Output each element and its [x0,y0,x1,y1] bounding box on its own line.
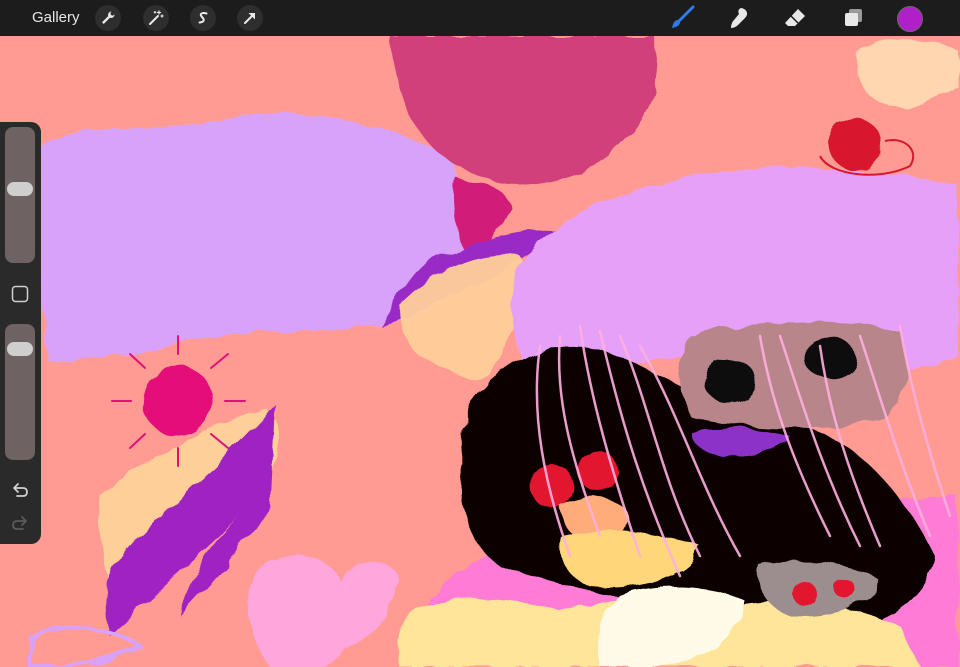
smudge-button[interactable] [725,4,753,32]
adjustments-button[interactable] [143,5,169,31]
square-icon [11,285,29,303]
redo-icon [12,516,27,530]
gallery-button[interactable]: Gallery [32,9,80,27]
smudge-icon [731,8,748,28]
left-sidebar [0,122,41,544]
eraser-icon [785,9,805,26]
artwork [0,36,960,667]
selection-button[interactable] [190,5,216,31]
undo-icon [13,483,28,497]
eraser-button[interactable] [781,4,809,32]
wrench-icon [102,11,115,24]
opacity-thumb[interactable] [7,342,33,357]
brush-icon [672,5,695,28]
brush-size-slider[interactable] [5,127,35,263]
magic-wand-icon [149,10,164,25]
opacity-slider[interactable] [5,324,35,460]
paint-brush-button[interactable] [668,4,696,32]
transform-button[interactable] [237,5,263,31]
color-picker-button[interactable] [897,6,923,32]
layers-button[interactable] [839,4,867,32]
top-toolbar: Gallery [0,0,960,36]
drawing-canvas[interactable] [0,36,960,667]
brush-size-thumb[interactable] [7,181,33,196]
redo-button[interactable] [8,511,32,535]
undo-button[interactable] [8,478,32,502]
procreate-app: Gallery [0,0,960,667]
layers-icon [845,9,862,26]
transform-arrow-icon [244,13,255,24]
modify-button[interactable] [8,282,32,306]
selection-s-icon [198,11,208,24]
actions-button[interactable] [95,5,121,31]
